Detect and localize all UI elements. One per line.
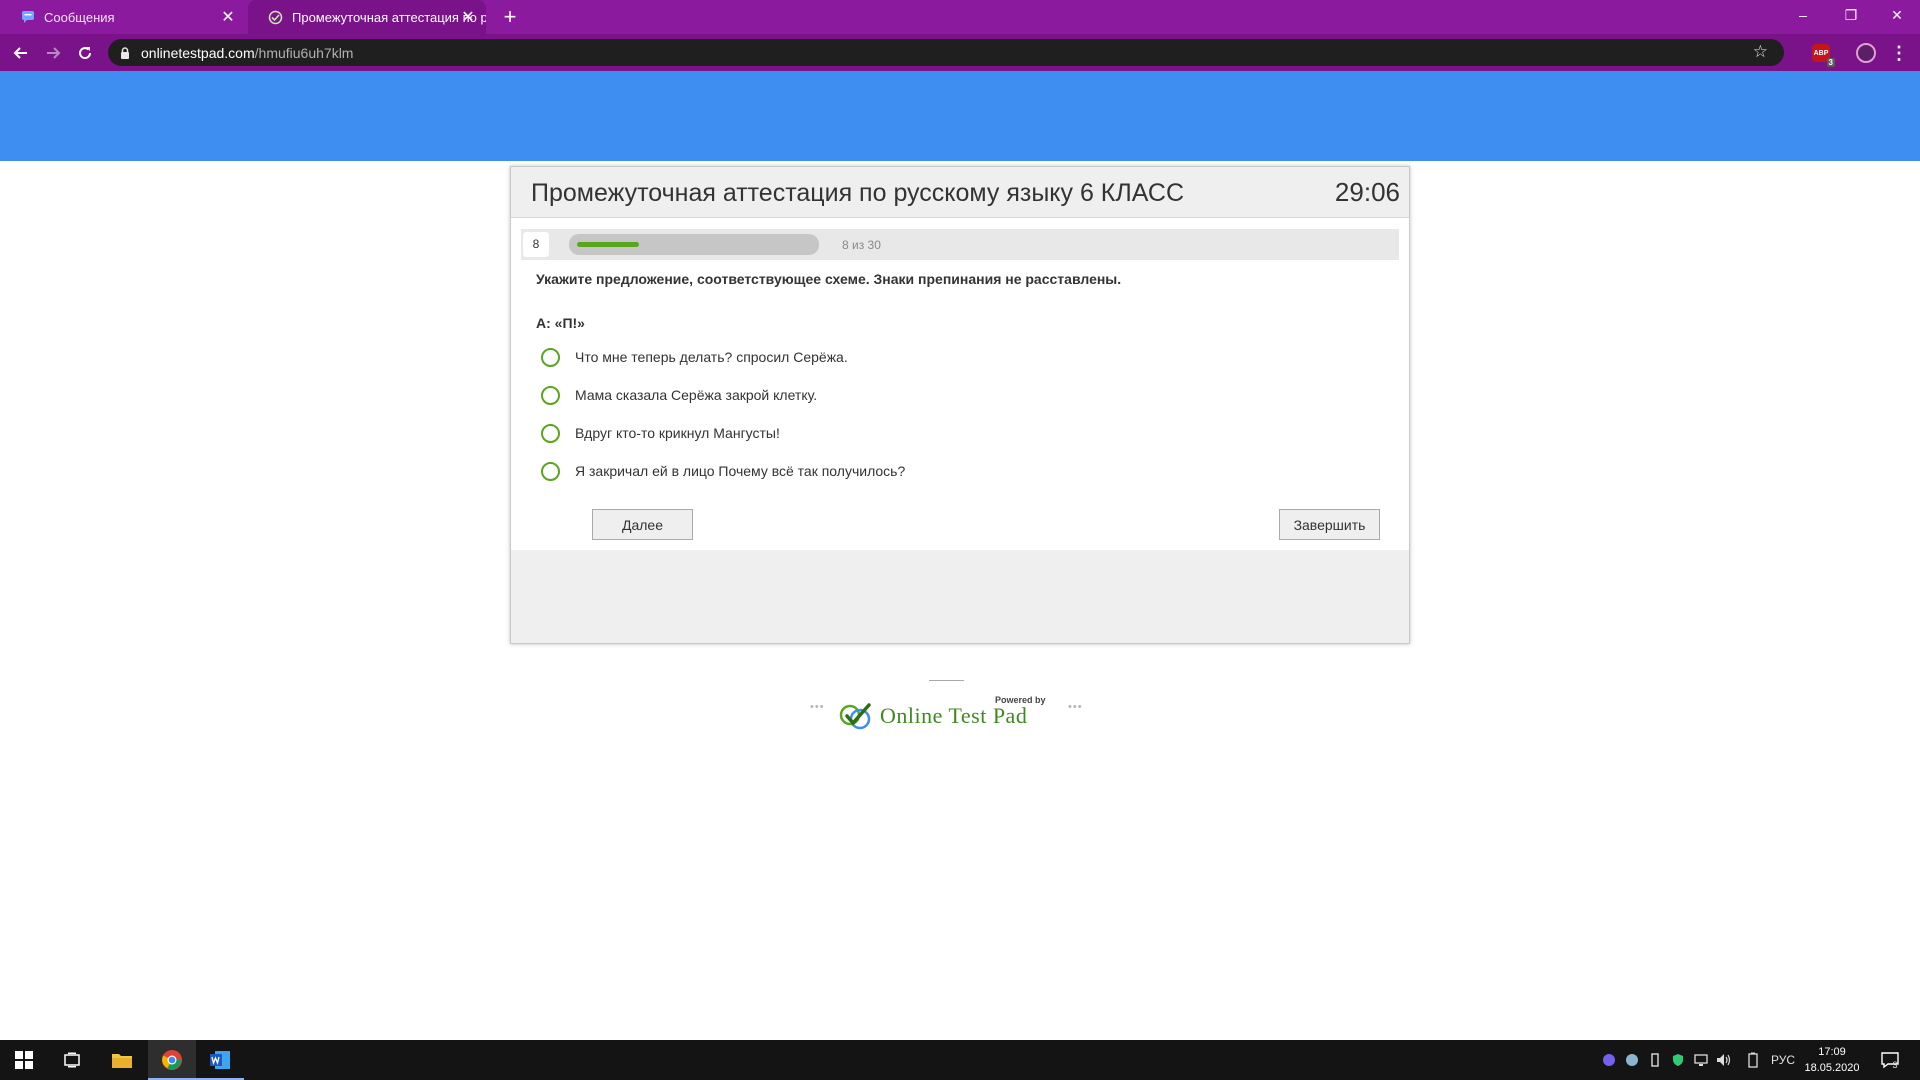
notification-count: 3 — [1892, 1060, 1898, 1070]
progress-row: 8 8 из 30 — [521, 229, 1399, 260]
url-text: onlinetestpad.com/hmufiu6uh7klm — [141, 45, 353, 61]
task-view-icon — [64, 1052, 80, 1068]
file-explorer-button[interactable] — [98, 1040, 146, 1080]
web-page: Промежуточная аттестация по русскому язы… — [0, 71, 1920, 1040]
adblock-label: ABP — [1813, 49, 1829, 57]
progress-bar-fill — [577, 242, 639, 247]
reload-icon — [79, 47, 92, 60]
test-card: Промежуточная аттестация по русскому язы… — [510, 166, 1410, 644]
word-icon — [210, 1051, 230, 1069]
browser-tab-strip: Сообщения ✕ Промежуточная аттестация по … — [0, 0, 1920, 34]
clock[interactable]: 17:09 18.05.2020 — [1802, 1044, 1862, 1076]
close-tab-icon[interactable]: ✕ — [459, 8, 477, 26]
minimize-button[interactable]: – — [1780, 0, 1826, 30]
forward-button[interactable] — [41, 41, 65, 65]
language-indicator[interactable]: РУС — [1766, 1040, 1800, 1080]
tab-messages[interactable]: Сообщения ✕ — [0, 0, 246, 34]
windows-taskbar: РУС 17:09 18.05.2020 3 — [0, 1040, 1920, 1080]
antivirus-tray-icon[interactable] — [1667, 1040, 1689, 1080]
progress-bar — [569, 234, 819, 255]
onlinetestpad-favicon-icon — [268, 10, 283, 25]
timer: 29:06 — [1334, 177, 1400, 207]
answer-option-label[interactable]: Я закричал ей в лицо Почему всё так полу… — [575, 463, 905, 479]
steam-tray-icon[interactable] — [1621, 1040, 1643, 1080]
footer-dots-right: ••• — [1068, 701, 1083, 713]
answer-option-label[interactable]: Мама сказала Серёжа закрой клетку. — [575, 387, 817, 403]
back-button[interactable] — [9, 41, 33, 65]
more-vertical-icon: ⋮ — [1890, 42, 1908, 63]
question-number-badge: 8 — [523, 232, 549, 257]
url-host: onlinetestpad.com — [141, 45, 255, 61]
adblock-count: 3 — [1826, 58, 1835, 67]
progress-count: 8 из 30 — [842, 238, 881, 252]
radio-button[interactable] — [541, 423, 560, 443]
reload-button[interactable] — [73, 41, 97, 65]
question-panel: 8 8 из 30 Укажите предложение, соответст… — [511, 218, 1409, 550]
answer-option[interactable]: Что мне теперь делать? спросил Серёжа. — [541, 345, 1141, 369]
answer-option-label[interactable]: Что мне теперь делать? спросил Серёжа. — [575, 349, 848, 365]
profile-button[interactable] — [1855, 42, 1877, 64]
adblock-icon: ABP 3 — [1812, 44, 1835, 67]
question-scheme: А: «П!» — [536, 315, 585, 331]
test-header: Промежуточная аттестация по русскому язы… — [511, 167, 1409, 218]
tab-title: Сообщения — [44, 9, 115, 25]
arrow-left-icon — [13, 47, 27, 59]
answer-option[interactable]: Вдруг кто-то крикнул Мангусты! — [541, 421, 1141, 445]
viber-tray-icon[interactable] — [1598, 1040, 1620, 1080]
question-text: Укажите предложение, соответствующее схе… — [536, 271, 1122, 287]
answer-option[interactable]: Мама сказала Серёжа закрой клетку. — [541, 383, 1141, 407]
browser-menu-button[interactable]: ⋮ — [1888, 42, 1910, 64]
tab-test[interactable]: Промежуточная аттестация по р ✕ — [248, 0, 486, 34]
notifications-button[interactable]: 3 — [1868, 1040, 1910, 1080]
lock-icon — [120, 46, 130, 64]
chrome-icon — [162, 1050, 182, 1070]
windows-logo-icon — [15, 1051, 33, 1069]
bookmark-star-icon[interactable]: ☆ — [1753, 42, 1768, 62]
radio-button[interactable] — [541, 461, 560, 481]
network-tray-icon[interactable] — [1690, 1040, 1712, 1080]
new-tab-button[interactable]: + — [498, 5, 522, 29]
url-path: /hmufiu6uh7klm — [254, 45, 354, 61]
browser-toolbar: onlinetestpad.com/hmufiu6uh7klm ☆ ABP 3 ⋮ — [0, 34, 1920, 71]
messages-favicon-icon — [20, 10, 35, 25]
clock-date: 18.05.2020 — [1804, 1062, 1860, 1074]
restore-button[interactable]: ❐ — [1828, 0, 1874, 30]
folder-icon — [112, 1054, 132, 1068]
radio-button[interactable] — [541, 385, 560, 405]
battery-tray-icon[interactable] — [1742, 1040, 1764, 1080]
finish-button[interactable]: Завершить — [1279, 509, 1380, 540]
radio-button[interactable] — [541, 347, 560, 367]
avatar — [1856, 43, 1876, 63]
footer-divider — [929, 680, 964, 681]
tab-title: Промежуточная аттестация по р — [292, 9, 486, 25]
answer-option[interactable]: Я закричал ей в лицо Почему всё так полу… — [541, 459, 1141, 483]
address-bar[interactable]: onlinetestpad.com/hmufiu6uh7klm ☆ — [108, 39, 1784, 66]
chrome-taskbar-button[interactable] — [148, 1040, 196, 1080]
footer-dots-left: ••• — [810, 701, 825, 713]
header-banner — [0, 71, 1920, 161]
close-tab-icon[interactable]: ✕ — [219, 8, 237, 26]
task-view-button[interactable] — [48, 1040, 96, 1080]
onlinetestpad-logo-text[interactable]: Online Test Pad — [880, 703, 1027, 729]
onlinetestpad-logo-icon[interactable] — [838, 701, 874, 733]
next-button[interactable]: Далее — [592, 509, 693, 540]
test-title: Промежуточная аттестация по русскому язы… — [531, 179, 1185, 207]
arrow-right-icon — [47, 47, 61, 59]
word-taskbar-button[interactable] — [196, 1040, 244, 1080]
clock-time: 17:09 — [1818, 1046, 1846, 1058]
adblock-extension-button[interactable]: ABP 3 — [1810, 42, 1835, 67]
usb-tray-icon[interactable] — [1644, 1040, 1666, 1080]
answer-option-label[interactable]: Вдруг кто-то крикнул Мангусты! — [575, 425, 780, 441]
start-button[interactable] — [0, 1040, 48, 1080]
close-window-button[interactable]: ✕ — [1874, 0, 1920, 30]
volume-tray-icon[interactable] — [1713, 1040, 1735, 1080]
